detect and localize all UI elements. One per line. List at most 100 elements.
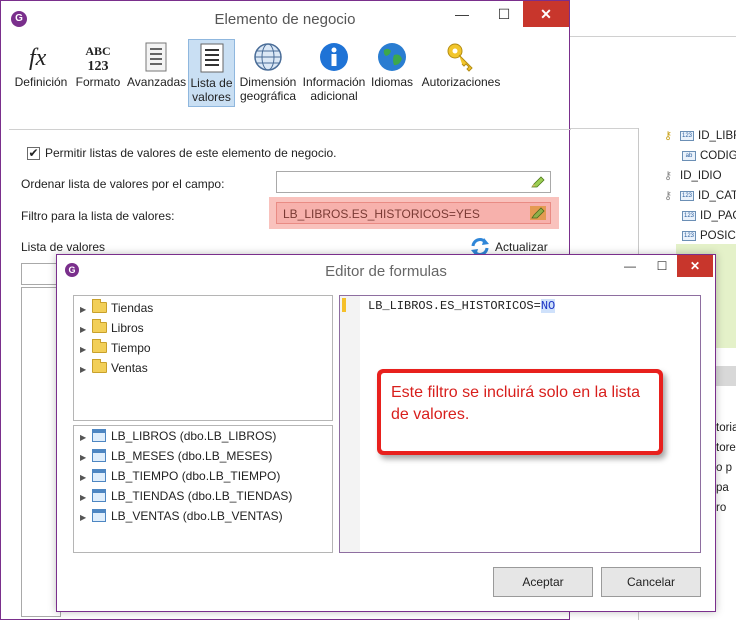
divider — [570, 36, 736, 37]
document-icon — [145, 42, 167, 72]
line-marker — [342, 298, 346, 312]
expand-arrow-icon[interactable]: ▶ — [80, 360, 92, 380]
formula-text[interactable]: LB_LIBROS.ES_HISTORICOS=NO — [368, 299, 556, 313]
table-icon — [92, 489, 106, 502]
expand-arrow-icon[interactable]: ▶ — [80, 468, 92, 488]
pencil-icon[interactable] — [530, 175, 546, 189]
numeric-field-icon: 123 — [680, 131, 694, 141]
background-text: o p — [716, 462, 732, 474]
field-row[interactable]: ⚷ ID_IDIO — [664, 166, 736, 186]
maximize-button[interactable]: ☐ — [649, 255, 675, 277]
tab-formato[interactable]: ABC 123 Formato — [73, 39, 123, 89]
folder-icon — [92, 339, 107, 353]
abc-123-icon: ABC123 — [85, 44, 110, 73]
tree-table[interactable]: ▶ LB_LIBROS (dbo.LB_LIBROS) — [80, 426, 276, 446]
maximize-button[interactable]: ☐ — [487, 1, 521, 27]
numeric-field-icon: 123 — [682, 210, 696, 221]
close-button[interactable]: ✕ — [523, 1, 569, 27]
minimize-button[interactable]: — — [617, 255, 643, 277]
language-globe-icon — [378, 43, 406, 71]
folder-tree: ▶ Tiendas ▶ Libros ▶ Tiempo ▶ Ventas — [73, 295, 333, 421]
allow-values-checkbox[interactable]: ✔ — [27, 147, 40, 160]
divider — [9, 129, 571, 130]
pencil-icon[interactable] — [530, 206, 546, 220]
expand-arrow-icon[interactable]: ▶ — [80, 300, 92, 320]
field-row[interactable]: 123ID_PAG — [682, 206, 736, 226]
background-text: toria — [716, 422, 736, 434]
tree-table[interactable]: ▶ LB_MESES (dbo.LB_MESES) — [80, 446, 272, 466]
tree-table[interactable]: ▶ LB_VENTAS (dbo.LB_VENTAS) — [80, 506, 283, 526]
expand-arrow-icon[interactable]: ▶ — [80, 508, 92, 528]
table-icon — [92, 469, 106, 482]
table-icon — [92, 429, 106, 442]
table-icon — [92, 449, 106, 462]
info-icon — [320, 43, 348, 71]
minimize-button[interactable]: — — [445, 1, 479, 27]
callout-text: Este filtro se incluirá solo en la lista… — [381, 373, 659, 451]
table-icon — [92, 509, 106, 522]
function-icon: fx — [29, 45, 47, 71]
expand-arrow-icon[interactable]: ▶ — [80, 340, 92, 360]
folder-icon — [92, 299, 107, 313]
background-text: pa — [716, 482, 729, 494]
refresh-button[interactable]: Actualizar — [495, 240, 548, 254]
divider — [570, 128, 638, 129]
allow-values-label: Permitir listas de valores de este eleme… — [45, 146, 337, 160]
expand-arrow-icon[interactable]: ▶ — [80, 428, 92, 448]
accept-button[interactable]: Aceptar — [493, 567, 593, 597]
key-icon: ⚷ — [664, 130, 673, 142]
window-title: Elemento de negocio — [214, 11, 356, 28]
list-label: Lista de valores — [21, 240, 106, 254]
toolbar: fx Definición ABC 123 Formato Avanzadas L… — [9, 39, 561, 111]
numeric-field-icon: 123 — [680, 191, 694, 201]
tab-avanzadas[interactable]: Avanzadas — [127, 39, 186, 89]
numeric-field-icon: 123 — [682, 230, 696, 241]
tree-folder[interactable]: ▶ Ventas — [80, 358, 148, 378]
formula-editor-dialog: G Editor de formulas — ☐ ✕ ▶ Tiendas ▶ Lib… — [56, 254, 716, 612]
tree-table[interactable]: ▶ LB_TIENDAS (dbo.LB_TIENDAS) — [80, 486, 292, 506]
order-label: Ordenar lista de valores por el campo: — [21, 177, 225, 191]
list-icon — [200, 43, 223, 73]
expand-arrow-icon[interactable]: ▶ — [80, 488, 92, 508]
svg-text:fx: fx — [29, 45, 47, 71]
svg-text:123: 123 — [88, 59, 109, 73]
order-field[interactable] — [276, 171, 551, 193]
close-button[interactable]: ✕ — [677, 255, 713, 277]
folder-icon — [92, 319, 107, 333]
values-search-input[interactable] — [21, 263, 61, 285]
tab-definicion[interactable]: fx Definición — [13, 39, 69, 89]
values-list[interactable] — [21, 287, 61, 617]
tab-idiomas[interactable]: Idiomas — [369, 39, 415, 89]
editor-gutter — [340, 296, 360, 552]
formula-keyword: NO — [540, 299, 556, 313]
background-text: tore — [716, 442, 736, 454]
filter-field[interactable]: LB_LIBROS.ES_HISTORICOS=YES — [276, 202, 551, 224]
title-bar[interactable]: G Elemento de negocio — ☐ ✕ — [1, 1, 569, 37]
key-icon — [447, 43, 473, 72]
expand-arrow-icon[interactable]: ▶ — [80, 320, 92, 340]
tree-folder[interactable]: ▶ Libros — [80, 318, 144, 338]
table-tree: ▶ LB_LIBROS (dbo.LB_LIBROS) ▶ LB_MESES (db… — [73, 425, 333, 553]
text-field-icon: ab — [682, 150, 696, 161]
field-row[interactable]: 123 POSICI — [682, 226, 736, 246]
field-row[interactable]: ⚷123ID_LIBR — [664, 126, 736, 146]
tree-folder[interactable]: ▶ Tiendas — [80, 298, 153, 318]
filter-label: Filtro para la lista de valores: — [21, 209, 175, 223]
background-text: ro — [716, 502, 727, 514]
tab-informacion-adicional[interactable]: Información adicional — [301, 39, 367, 103]
tree-table[interactable]: ▶ LB_TIEMPO (dbo.LB_TIEMPO) — [80, 466, 280, 486]
tree-folder[interactable]: ▶ Tiempo — [80, 338, 151, 358]
cancel-button[interactable]: Cancelar — [601, 567, 701, 597]
key-icon: ⚷ — [664, 170, 673, 182]
annotation-callout: Este filtro se incluirá solo en la lista… — [377, 369, 663, 455]
globe-icon — [254, 43, 282, 71]
svg-text:ABC: ABC — [85, 44, 110, 58]
field-row[interactable]: abCODIGI — [682, 146, 736, 166]
tab-autorizaciones[interactable]: Autorizaciones — [419, 39, 503, 89]
key-icon: ⚷ — [664, 190, 673, 202]
expand-arrow-icon[interactable]: ▶ — [80, 448, 92, 468]
tab-dimension-geografica[interactable]: Dimensión geográfica — [237, 39, 299, 103]
tab-lista-de-valores[interactable]: Lista de valores — [188, 39, 235, 107]
field-row[interactable]: ⚷ 123 ID_CAT — [664, 186, 736, 206]
folder-icon — [92, 359, 107, 373]
